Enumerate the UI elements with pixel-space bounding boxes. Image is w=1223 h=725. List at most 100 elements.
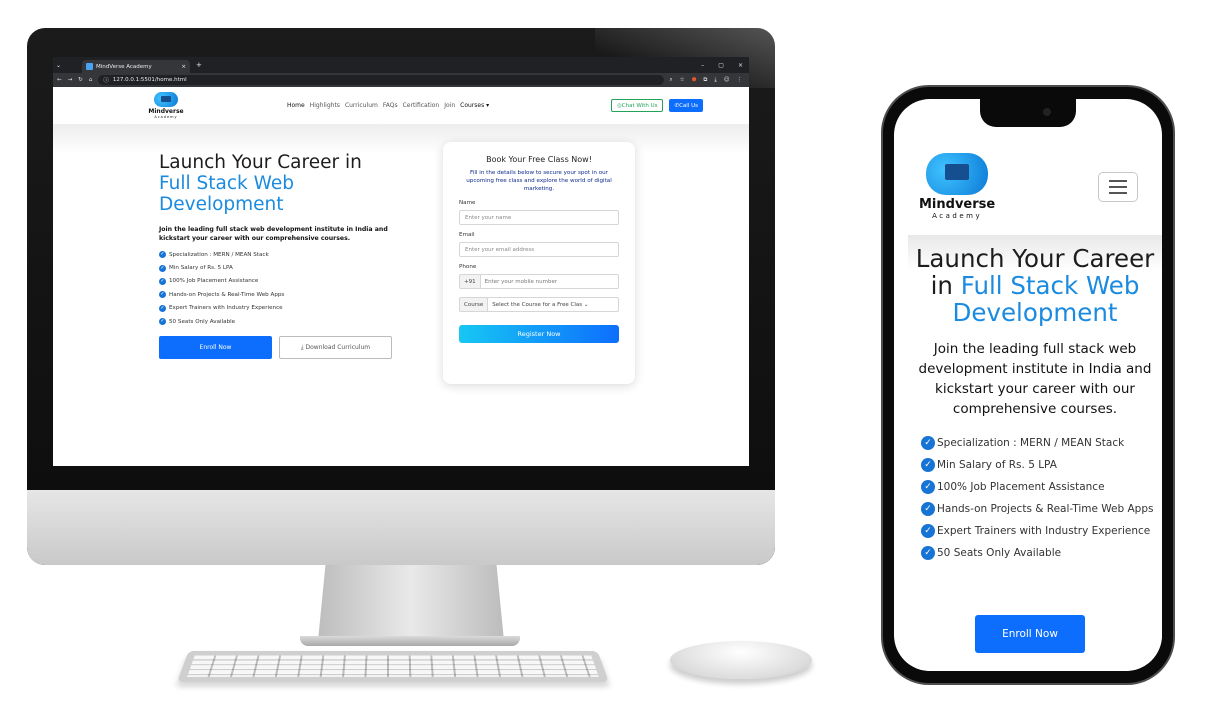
form-subtitle: Fill in the details below to secure your… <box>466 170 612 192</box>
phone-input[interactable]: Enter your mobile number <box>480 274 619 289</box>
phone-notch <box>980 99 1076 127</box>
tab-close-icon[interactable]: × <box>181 64 186 70</box>
download-icon: ⤓ <box>300 343 304 351</box>
bookmark-star-icon[interactable]: ☆ <box>680 77 685 84</box>
brand-name: Mindverse <box>148 108 184 115</box>
feature-text: 50 Seats Only Available <box>169 318 236 325</box>
address-bar[interactable]: ⓘ 127.0.0.1:5501/home.html <box>98 75 664 85</box>
course-select[interactable]: Select the Course for a Free Clas ⌄ <box>488 297 619 312</box>
feature-text: 100% Job Placement Assistance <box>169 278 259 285</box>
list-item: ✓ Min Salary of Rs. 5 LPA <box>921 458 1154 472</box>
profile-icon[interactable]: ☺ <box>724 77 730 84</box>
maximize-icon[interactable]: ▢ <box>718 62 724 69</box>
site-info-icon[interactable]: ⓘ <box>103 76 109 84</box>
nav-link-certification[interactable]: Certification <box>403 102 440 109</box>
check-badge-icon: ✓ <box>921 524 935 538</box>
home-icon[interactable]: ⌂ <box>89 77 93 83</box>
nav-link-highlights[interactable]: Highlights <box>310 102 340 109</box>
tab-search-icon[interactable]: ⌄ <box>56 62 66 69</box>
mobile-navbar: Mindverse Academy <box>894 143 1162 235</box>
download-icon[interactable]: ⤓ <box>714 77 716 84</box>
email-input[interactable]: Enter your email address <box>459 242 619 257</box>
nav-link-courses-dropdown[interactable]: Courses ▾ <box>460 102 489 109</box>
list-item: ✓ Hands-on Projects & Real-Time Web Apps <box>921 502 1154 516</box>
browser-tabbar: ⌄ MindVerse Academy × + – ▢ × <box>53 57 749 73</box>
enroll-now-button[interactable]: Enroll Now <box>159 336 272 360</box>
new-tab-button[interactable]: + <box>196 61 202 69</box>
zoom-icon[interactable]: ⌕ <box>670 77 673 84</box>
list-item: ✓ Expert Trainers with Industry Experienc… <box>921 524 1154 538</box>
list-item: ✓ 100% Job Placement Assistance <box>921 480 1154 494</box>
extension-shield-icon[interactable]: ⬢ <box>692 77 697 84</box>
check-badge-icon: ✓ <box>159 291 166 299</box>
mobile-hero-lead: Join the leading full stack web developm… <box>918 341 1152 417</box>
name-input[interactable]: Enter your name <box>459 210 619 225</box>
menu-dots-icon[interactable]: ⋮ <box>737 77 743 84</box>
reload-icon[interactable]: ↻ <box>78 77 83 83</box>
feature-text: Specialization : MERN / MEAN Stack <box>937 437 1125 449</box>
cloud-laptop-icon <box>154 92 178 107</box>
feature-text: Hands-on Projects & Real-Time Web Apps <box>937 503 1154 515</box>
monitor-stand <box>318 565 504 641</box>
brand-name: Mindverse <box>919 197 996 212</box>
nav-link-home[interactable]: Home <box>287 102 305 109</box>
check-badge-icon: ✓ <box>159 251 166 259</box>
keyboard <box>177 650 609 682</box>
feature-text: Min Salary of Rs. 5 LPA <box>169 265 233 272</box>
favicon-icon <box>86 63 93 70</box>
desktop-screen: ⌄ MindVerse Academy × + – ▢ × ← → ↻ ⌂ ⓘ … <box>53 57 749 466</box>
feature-text: Expert Trainers with Industry Experience <box>169 305 283 312</box>
hamburger-menu-button[interactable] <box>1098 172 1138 202</box>
download-label: Download Curriculum <box>305 344 371 352</box>
check-badge-icon: ✓ <box>159 277 166 285</box>
browser-tab[interactable]: MindVerse Academy × <box>82 60 190 73</box>
site-navbar: Mindverse Academy Home Highlights Curric… <box>53 87 749 124</box>
brand-tagline: Academy <box>932 212 983 220</box>
nav-link-join[interactable]: Join <box>444 102 455 109</box>
hero-title: Launch Your Career in Full Stack Web Dev… <box>159 152 399 215</box>
country-code: +91 <box>459 274 481 289</box>
nav-links: Home Highlights Curriculum FAQs Certific… <box>287 102 489 109</box>
mobile-site-logo[interactable]: Mindverse Academy <box>919 153 995 220</box>
call-us-button[interactable]: ✆ Call Us <box>669 99 703 112</box>
chevron-down-icon: ⌄ <box>583 301 589 308</box>
check-badge-icon: ✓ <box>159 264 166 272</box>
feature-text: Hands-on Projects & Real-Time Web Apps <box>169 291 285 298</box>
check-badge-icon: ✓ <box>921 546 935 560</box>
nav-link-faqs[interactable]: FAQs <box>383 102 398 109</box>
call-label: Call Us <box>679 102 698 109</box>
course-select-value: Select the Course for a Free Clas <box>492 301 583 308</box>
mobile-hero-title: Launch Your Career in Full Stack Web Dev… <box>908 245 1162 326</box>
hero-title-accent: Full Stack Web Development <box>159 173 294 215</box>
monitor-foot <box>300 636 520 646</box>
mobile-feature-list: ✓ Specialization : MERN / MEAN Stack ✓ Min… <box>908 436 1162 560</box>
site-logo[interactable]: Mindverse Academy <box>145 92 187 119</box>
nav-link-curriculum[interactable]: Curriculum <box>345 102 378 109</box>
extensions-icon[interactable]: ⧉ <box>703 77 707 84</box>
course-group: Course Select the Course for a Free Clas… <box>459 297 619 312</box>
check-badge-icon: ✓ <box>159 318 166 326</box>
list-item: ✓ Min Salary of Rs. 5 LPA <box>159 261 399 274</box>
register-now-button[interactable]: Register Now <box>459 325 619 343</box>
download-curriculum-button[interactable]: ⤓ Download Curriculum <box>279 336 392 360</box>
list-item: ✓ Specialization : MERN / MEAN Stack <box>921 436 1154 450</box>
mobile-enroll-now-button[interactable]: Enroll Now <box>975 615 1085 653</box>
chat-with-us-button[interactable]: ◎ Chat With Us <box>610 99 664 112</box>
list-item: ✓ 50 Seats Only Available <box>159 315 399 328</box>
minimize-icon[interactable]: – <box>701 62 704 69</box>
url-text: 127.0.0.1:5501/home.html <box>112 77 187 83</box>
forward-icon[interactable]: → <box>68 77 73 83</box>
brand-tagline: Academy <box>154 115 178 119</box>
mouse <box>670 641 812 679</box>
list-item: ✓ Expert Trainers with Industry Experienc… <box>159 302 399 315</box>
back-icon[interactable]: ← <box>57 77 62 83</box>
hero-text: Launch Your Career in Full Stack Web Dev… <box>159 152 399 360</box>
feature-text: 100% Job Placement Assistance <box>937 481 1105 493</box>
feature-text: Specialization : MERN / MEAN Stack <box>169 251 269 258</box>
list-item: ✓ Specialization : MERN / MEAN Stack <box>159 248 399 261</box>
feature-text: Min Salary of Rs. 5 LPA <box>937 459 1057 471</box>
list-item: ✓ Hands-on Projects & Real-Time Web Apps <box>159 288 399 301</box>
hero-title-line1: Launch Your Career in <box>159 152 362 173</box>
close-window-icon[interactable]: × <box>738 62 743 69</box>
mobile-title-accent: Full Stack Web Development <box>952 271 1140 327</box>
